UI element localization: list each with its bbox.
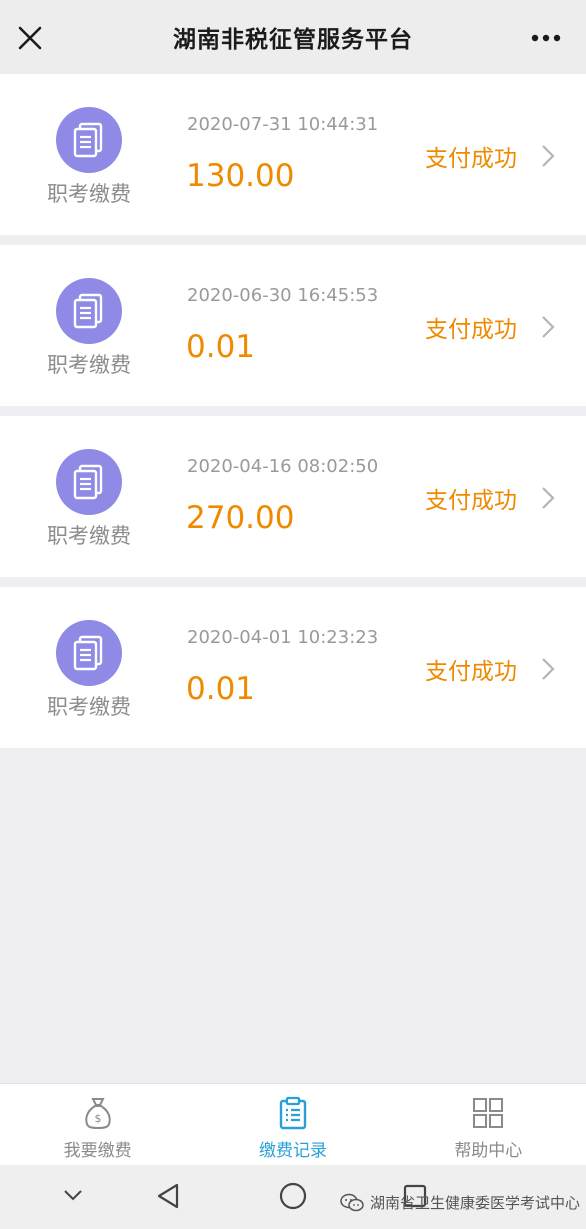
document-icon — [56, 449, 122, 515]
payment-record-item[interactable]: 职考缴费 2020-07-31 10:44:31 130.00 支付成功 — [0, 74, 586, 235]
record-category: 职考缴费 — [47, 353, 131, 377]
record-amount: 0.01 — [186, 671, 256, 707]
close-icon[interactable] — [14, 22, 46, 54]
chevron-right-icon — [542, 487, 555, 509]
back-triangle-icon[interactable] — [155, 1182, 181, 1210]
watermark: 湖南省卫生健康委医学考试中心 — [340, 1192, 580, 1213]
chevron-right-icon — [542, 658, 555, 680]
tab-pay[interactable]: $ 我要缴费 — [0, 1084, 195, 1165]
record-time: 2020-07-31 10:44:31 — [187, 114, 379, 135]
record-amount: 130.00 — [186, 158, 295, 194]
record-status: 支付成功 — [425, 659, 517, 685]
record-status: 支付成功 — [425, 146, 517, 172]
chevron-right-icon — [542, 316, 555, 338]
more-dots-icon[interactable] — [528, 24, 564, 52]
record-time: 2020-04-16 08:02:50 — [187, 456, 379, 477]
record-status: 支付成功 — [425, 488, 517, 514]
app-header: 湖南非税征管服务平台 — [0, 0, 586, 74]
chevron-right-icon — [542, 145, 555, 167]
document-icon — [56, 620, 122, 686]
tab-records[interactable]: 缴费记录 — [195, 1084, 390, 1165]
tab-help[interactable]: 帮助中心 — [391, 1084, 586, 1165]
payment-record-item[interactable]: 职考缴费 2020-06-30 16:45:53 0.01 支付成功 — [0, 245, 586, 406]
wechat-icon — [340, 1193, 364, 1211]
home-circle-icon[interactable] — [278, 1181, 308, 1211]
tab-label: 我要缴费 — [63, 1141, 132, 1161]
page-title: 湖南非税征管服务平台 — [173, 27, 413, 53]
clipboard-list-icon — [279, 1096, 307, 1130]
record-time: 2020-06-30 16:45:53 — [187, 285, 379, 306]
grid-icon — [473, 1098, 504, 1128]
record-category: 职考缴费 — [47, 182, 131, 206]
record-time: 2020-04-01 10:23:23 — [187, 627, 379, 648]
record-category: 职考缴费 — [47, 524, 131, 548]
record-status: 支付成功 — [425, 317, 517, 343]
tab-label: 缴费记录 — [258, 1141, 327, 1161]
document-icon — [56, 278, 122, 344]
svg-text:$: $ — [94, 1112, 101, 1125]
money-bag-icon: $ — [84, 1098, 111, 1130]
chevron-down-icon[interactable] — [62, 1187, 84, 1203]
bottom-tab-bar: $ 我要缴费 缴费记录 帮助中心 — [0, 1083, 586, 1165]
record-amount: 270.00 — [186, 500, 295, 536]
record-amount: 0.01 — [186, 329, 256, 365]
watermark-text: 湖南省卫生健康委医学考试中心 — [370, 1194, 581, 1212]
payment-record-item[interactable]: 职考缴费 2020-04-01 10:23:23 0.01 支付成功 — [0, 587, 586, 748]
tab-label: 帮助中心 — [454, 1141, 523, 1161]
document-icon — [56, 107, 122, 173]
record-category: 职考缴费 — [47, 695, 131, 719]
payment-record-list: 职考缴费 2020-07-31 10:44:31 130.00 支付成功 职考缴… — [0, 74, 586, 758]
payment-record-item[interactable]: 职考缴费 2020-04-16 08:02:50 270.00 支付成功 — [0, 416, 586, 577]
